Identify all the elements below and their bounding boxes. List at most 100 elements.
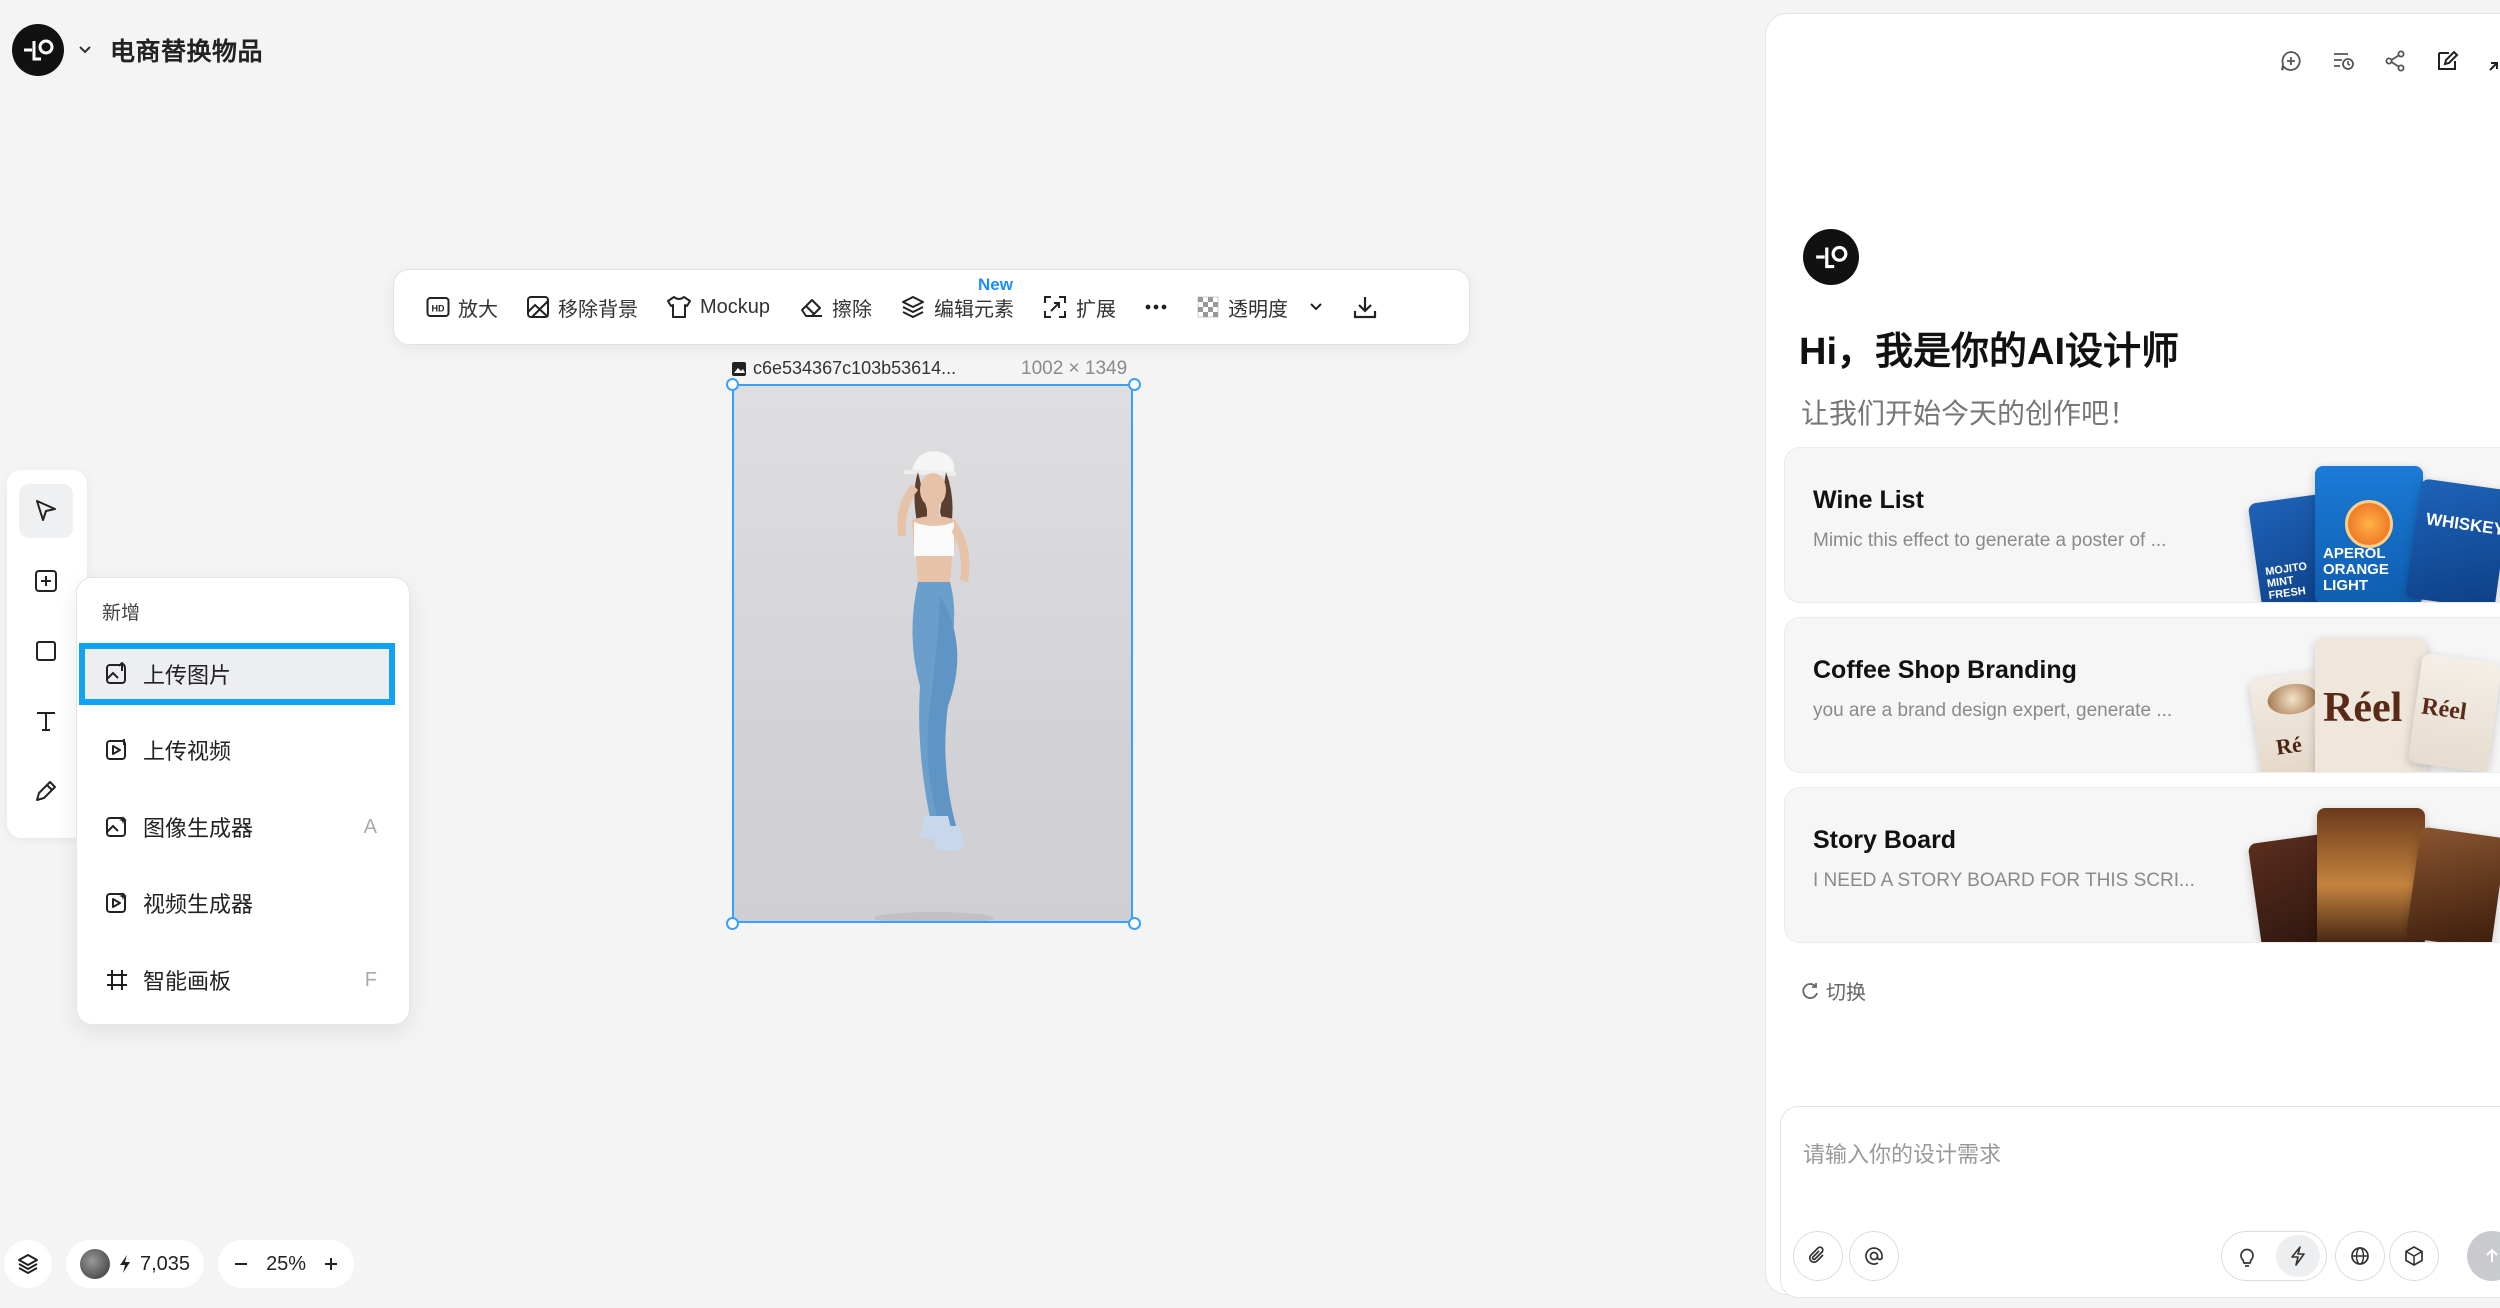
template-card-coffee-branding[interactable]: Coffee Shop Branding you are a brand des… xyxy=(1784,617,2500,773)
arrow-up-icon xyxy=(2486,1248,2498,1262)
image-dimensions: 1002 × 1349 xyxy=(1021,358,1128,379)
card-title: Story Board xyxy=(1813,826,1957,854)
more-button[interactable] xyxy=(1130,281,1182,333)
add-menu: 新增 上传图片 上传视频 图像生成器 A 视频生成器 智能画板 F xyxy=(76,577,410,1025)
download-icon xyxy=(1353,297,1377,319)
zoom-out-icon[interactable] xyxy=(232,1255,250,1273)
resize-handle-tr[interactable] xyxy=(1128,378,1141,391)
menu-item-smart-artboard[interactable]: 智能画板 F xyxy=(79,949,407,1011)
credits-pill[interactable]: 7,035 xyxy=(66,1240,205,1288)
menu-item-label: 上传图片 xyxy=(143,663,232,688)
bottom-status-bar: 7,035 25% xyxy=(4,1240,355,1288)
erase-button[interactable]: 擦除 xyxy=(784,281,886,333)
mockup-label: Mockup xyxy=(700,295,771,318)
template-card-story-board[interactable]: Story Board I NEED A STORY BOARD FOR THI… xyxy=(1784,787,2500,943)
resize-handle-br[interactable] xyxy=(1128,917,1141,930)
hd-icon: HD xyxy=(426,297,450,317)
menu-item-label: 智能画板 xyxy=(143,969,232,994)
card-thumbnails: MOJITO MINT FRESH APEROL ORANGE LIGHT WH… xyxy=(2247,458,2500,602)
edit-icon[interactable] xyxy=(2434,48,2460,74)
chevron-down-icon[interactable] xyxy=(1308,301,1324,313)
resize-handle-tl[interactable] xyxy=(726,378,739,391)
menu-item-label: 视频生成器 xyxy=(143,892,254,917)
idea-mode-icon[interactable] xyxy=(2236,1245,2258,1272)
shape-tool[interactable] xyxy=(19,624,73,678)
add-tool[interactable] xyxy=(19,554,73,608)
history-icon[interactable] xyxy=(2330,48,2356,74)
image-toolbar: HD 放大 移除背景 Mockup 擦除 编辑元素 New 扩展 透明度 xyxy=(393,269,1470,345)
assistant-logo-icon xyxy=(1803,229,1859,285)
card-thumbnails: Ré Réel Réel xyxy=(2247,628,2500,772)
project-header: 电商替换物品 xyxy=(12,24,263,76)
fast-mode-icon[interactable] xyxy=(2276,1235,2320,1277)
model-3d-button[interactable] xyxy=(2389,1231,2439,1281)
globe-icon xyxy=(2351,1247,2369,1265)
menu-item-video-generator[interactable]: 视频生成器 xyxy=(79,872,407,934)
new-chat-icon[interactable] xyxy=(2278,48,2304,74)
template-card-wine-list[interactable]: Wine List Mimic this effect to generate … xyxy=(1784,447,2500,603)
cursor-icon xyxy=(36,500,56,521)
prompt-box xyxy=(1780,1106,2500,1298)
download-button[interactable] xyxy=(1338,281,1392,333)
menu-item-upload-image[interactable]: 上传图片 xyxy=(79,643,395,705)
image-icon xyxy=(732,361,746,376)
mention-button[interactable] xyxy=(1849,1231,1899,1281)
zoom-in-icon[interactable] xyxy=(322,1255,340,1273)
menu-item-upload-video[interactable]: 上传视频 xyxy=(79,719,407,781)
edit-elements-button[interactable]: 编辑元素 New xyxy=(886,275,1028,333)
erase-label: 擦除 xyxy=(832,298,873,321)
card-thumbnails xyxy=(2247,798,2500,942)
orange-slice-icon xyxy=(2345,500,2393,548)
resize-handle-bl[interactable] xyxy=(726,917,739,930)
layers-button[interactable] xyxy=(4,1240,52,1288)
svg-text:HD: HD xyxy=(432,304,445,314)
menu-item-label: 上传视频 xyxy=(143,739,232,764)
web-search-button[interactable] xyxy=(2335,1231,2385,1281)
canvas-image[interactable] xyxy=(732,384,1133,923)
menu-item-shortcut: A xyxy=(363,815,377,838)
upscale-button[interactable]: HD 放大 xyxy=(412,281,512,333)
pen-tool[interactable] xyxy=(19,764,73,818)
eraser-icon xyxy=(801,299,823,317)
thumbnail-reel-cup: Réel xyxy=(2407,652,2500,772)
greeting-title: Hi，我是你的AI设计师 xyxy=(1799,331,2180,373)
thumbnail-aperol-text: APEROL ORANGE LIGHT xyxy=(2323,545,2389,594)
switch-templates-button[interactable]: 切换 xyxy=(1800,976,1866,1005)
avatar[interactable] xyxy=(80,1249,110,1279)
image-generator-icon xyxy=(106,816,127,837)
expand-icon xyxy=(1044,296,1067,318)
send-button[interactable] xyxy=(2467,1231,2500,1281)
text-tool[interactable] xyxy=(19,694,73,748)
collapse-icon[interactable] xyxy=(2486,48,2500,74)
chevron-down-icon[interactable] xyxy=(74,39,96,61)
latte-art-icon xyxy=(2265,680,2320,718)
card-title: Wine List xyxy=(1813,486,1924,514)
opacity-button[interactable]: 透明度 xyxy=(1182,281,1338,333)
more-icon xyxy=(1145,304,1167,310)
share-icon[interactable] xyxy=(2382,48,2408,74)
card-description: Mimic this effect to generate a poster o… xyxy=(1813,530,2167,551)
mockup-button[interactable]: Mockup xyxy=(652,281,784,333)
remove-background-button[interactable]: 移除背景 xyxy=(512,281,652,333)
image-filename-text: c6e534367c103b53614... xyxy=(753,358,957,378)
select-tool[interactable] xyxy=(19,484,73,538)
thumbnail-reel-text: Réel xyxy=(2323,685,2403,731)
expand-label: 扩展 xyxy=(1076,298,1117,321)
switch-label: 切换 xyxy=(1826,982,1866,1004)
attach-button[interactable] xyxy=(1793,1231,1843,1281)
greeting-subtitle: 让我们开始今天的创作吧！ xyxy=(1801,398,2138,429)
expand-button[interactable]: 扩展 xyxy=(1028,281,1130,333)
credits-count: 7,035 xyxy=(140,1252,191,1275)
thumbnail-whiskey: WHISKEY xyxy=(2405,478,2500,602)
menu-item-image-generator[interactable]: 图像生成器 A xyxy=(79,796,407,858)
app-logo-icon[interactable] xyxy=(12,24,64,76)
zoom-level[interactable]: 25% xyxy=(266,1253,306,1276)
upscale-label: 放大 xyxy=(458,298,498,321)
panel-actions xyxy=(2278,48,2500,74)
prompt-input[interactable] xyxy=(1803,1125,2500,1185)
project-title[interactable]: 电商替换物品 xyxy=(110,32,263,68)
model-photo xyxy=(874,451,994,921)
video-generator-icon xyxy=(106,892,127,913)
layers-icon xyxy=(902,296,925,319)
checker-icon xyxy=(1197,296,1219,318)
